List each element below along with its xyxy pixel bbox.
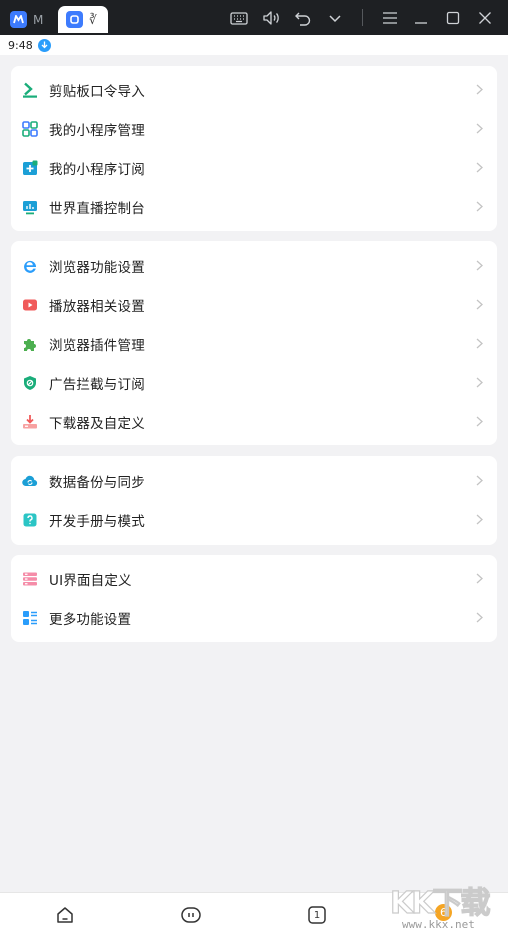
chevron-right-icon (475, 201, 483, 213)
settings-item-label: 下载器及自定义 (49, 415, 145, 432)
settings-item-backup-sync[interactable]: 数据备份与同步 (11, 461, 497, 500)
chevron-right-icon (475, 260, 483, 272)
settings-item-label: 剪贴板口令导入 (49, 83, 145, 100)
minimize-icon[interactable] (411, 8, 431, 28)
browser-logo-icon (66, 11, 83, 28)
chevron-right-icon (475, 162, 483, 174)
settings-item-label: 广告拦截与订阅 (49, 376, 145, 393)
tab-app-1[interactable]: M (10, 6, 58, 33)
settings-item-label: 我的小程序订阅 (49, 161, 145, 178)
settings-item-plugin-manage[interactable]: 浏览器插件管理 (11, 324, 497, 363)
chevron-right-icon (475, 84, 483, 96)
settings-group-2: 浏览器功能设置 播放器相关设置 浏览器插件管理 广告拦截与订阅 下载器及自定义 (11, 241, 497, 445)
watermark-logo: KK下载 (389, 885, 491, 921)
settings-item-label: 浏览器功能设置 (49, 259, 145, 276)
ai-assistant-icon[interactable] (180, 904, 202, 926)
settings-item-downloader[interactable]: 下载器及自定义 (11, 402, 497, 441)
browser-e-icon (22, 258, 38, 274)
settings-group-4: UI界面自定义 更多功能设置 (11, 555, 497, 642)
settings-item-label: 开发手册与模式 (49, 513, 145, 530)
tabs-count: 1 (313, 909, 321, 921)
status-bar: 9:48 (0, 35, 508, 55)
cloud-sync-icon (22, 473, 38, 489)
apps-grid-icon (22, 120, 38, 137)
settings-item-dev-manual[interactable]: 开发手册与模式 (11, 500, 497, 539)
live-console-icon (22, 199, 38, 215)
add-subscribe-icon (22, 160, 38, 176)
tab-app-2-active[interactable]: ∛ (58, 6, 108, 33)
emulator-title-bar: M ∛ (0, 0, 508, 35)
chevron-down-icon[interactable] (325, 8, 345, 28)
chevron-right-icon (475, 299, 483, 311)
undo-icon[interactable] (293, 8, 313, 28)
settings-group-3: 数据备份与同步 开发手册与模式 (11, 456, 497, 545)
settings-item-label: UI界面自定义 (49, 572, 132, 589)
chevron-right-icon (475, 338, 483, 350)
settings-item-label: 播放器相关设置 (49, 298, 145, 315)
download-status-icon (37, 38, 51, 52)
settings-item-label: 数据备份与同步 (49, 474, 145, 491)
divider (362, 9, 363, 26)
chevron-right-icon (475, 514, 483, 526)
maximize-icon[interactable] (443, 8, 463, 28)
settings-item-miniapp-subscribe[interactable]: 我的小程序订阅 (11, 148, 497, 187)
settings-item-label: 浏览器插件管理 (49, 337, 145, 354)
watermark-url: www.kkx.net (402, 918, 475, 931)
player-icon (22, 297, 38, 313)
settings-item-player-settings[interactable]: 播放器相关设置 (11, 285, 497, 324)
ui-layout-icon (22, 571, 38, 587)
status-time: 9:48 (8, 38, 33, 52)
settings-item-ui-custom[interactable]: UI界面自定义 (11, 559, 497, 598)
app-logo-icon (10, 11, 27, 28)
settings-item-clipboard-import[interactable]: 剪贴板口令导入 (11, 70, 497, 109)
tab-label: M (33, 12, 44, 27)
settings-item-live-console[interactable]: 世界直播控制台 (11, 187, 497, 226)
help-book-icon (22, 512, 38, 528)
settings-item-label: 更多功能设置 (49, 611, 132, 628)
chevron-right-icon (475, 612, 483, 624)
plugin-puzzle-icon (22, 336, 38, 352)
home-icon[interactable] (54, 904, 76, 926)
settings-item-adblock[interactable]: 广告拦截与订阅 (11, 363, 497, 402)
settings-group-1: 剪贴板口令导入 我的小程序管理 我的小程序订阅 世界直播控制台 (11, 66, 497, 231)
settings-item-browser-settings[interactable]: 浏览器功能设置 (11, 246, 497, 285)
import-icon (22, 82, 38, 98)
menu-icon[interactable] (380, 8, 400, 28)
volume-icon[interactable] (261, 8, 281, 28)
download-icon (22, 414, 38, 430)
settings-item-miniapp-manage[interactable]: 我的小程序管理 (11, 109, 497, 148)
chevron-right-icon (475, 123, 483, 135)
settings-item-more-settings[interactable]: 更多功能设置 (11, 598, 497, 637)
chevron-right-icon (475, 416, 483, 428)
settings-item-label: 世界直播控制台 (49, 200, 145, 217)
more-settings-icon (22, 610, 38, 626)
chevron-right-icon (475, 475, 483, 487)
chevron-right-icon (475, 377, 483, 389)
shield-icon (22, 375, 38, 391)
keyboard-icon[interactable] (229, 8, 249, 28)
chevron-right-icon (475, 573, 483, 585)
close-icon[interactable] (475, 8, 495, 28)
settings-item-label: 我的小程序管理 (49, 122, 145, 139)
tabs-button[interactable]: 1 (306, 904, 328, 926)
tab-label: ∛ (89, 12, 97, 27)
